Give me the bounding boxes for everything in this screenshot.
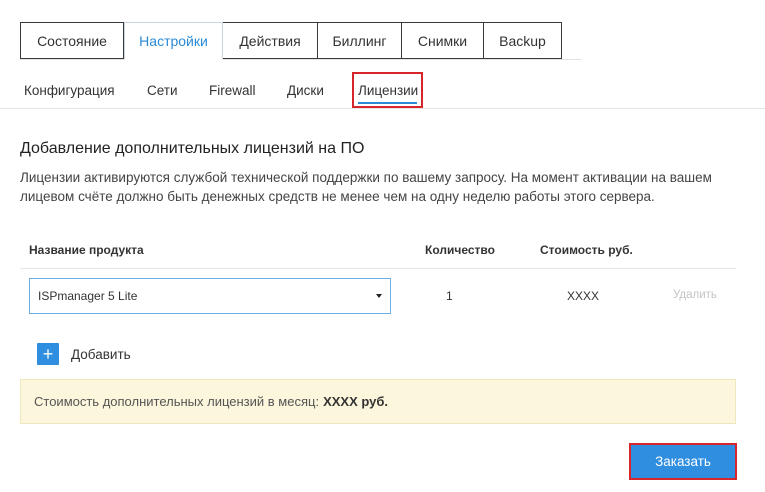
table-divider (20, 268, 736, 269)
notice-text: Стоимость дополнительных лицензий в меся… (34, 394, 320, 409)
tab-snapshots[interactable]: Снимки (402, 22, 484, 59)
plus-icon: + (37, 343, 59, 365)
product-select-value: ISPmanager 5 Lite (38, 289, 138, 303)
delete-link[interactable]: Удалить (673, 289, 717, 301)
chevron-down-icon (376, 294, 382, 298)
tab-settings[interactable]: Настройки (124, 22, 223, 60)
section-title: Добавление дополнительных лицензий на ПО (20, 140, 365, 157)
section-description: Лицензии активируются службой техническо… (20, 170, 712, 204)
column-header-product: Название продукта (29, 243, 144, 257)
tab-state[interactable]: Состояние (20, 22, 124, 59)
add-license-button[interactable]: + Добавить (37, 343, 131, 365)
monthly-cost-notice: Стоимость дополнительных лицензий в меся… (20, 379, 736, 424)
column-header-quantity: Количество (425, 243, 495, 257)
product-select[interactable]: ISPmanager 5 Lite (29, 278, 391, 314)
tab-billing[interactable]: Биллинг (318, 22, 402, 59)
active-tab-underline (358, 102, 417, 104)
quantity-value: 1 (446, 289, 453, 303)
subtab-licenses-label: Лицензии (358, 82, 419, 98)
cost-value: XXXX (567, 289, 600, 303)
subtab-licenses[interactable]: Лицензии (352, 72, 423, 108)
tab-backup[interactable]: Backup (484, 22, 562, 59)
order-button[interactable]: Заказать (629, 443, 737, 480)
tab-actions[interactable]: Действия (223, 22, 318, 59)
subtab-disks[interactable]: Диски (287, 72, 324, 108)
top-tabs: Состояние Настройки Действия Биллинг Сни… (20, 22, 562, 60)
subtab-firewall[interactable]: Firewall (209, 72, 256, 108)
notice-amount: XXXX руб. (323, 394, 388, 409)
column-header-cost: Стоимость руб. (540, 243, 633, 257)
sub-tabs: Конфигурация Сети Firewall Диски Лицензи… (0, 72, 765, 109)
add-label: Добавить (71, 346, 131, 362)
subtab-networks[interactable]: Сети (147, 72, 178, 108)
subtab-configuration[interactable]: Конфигурация (24, 72, 115, 108)
